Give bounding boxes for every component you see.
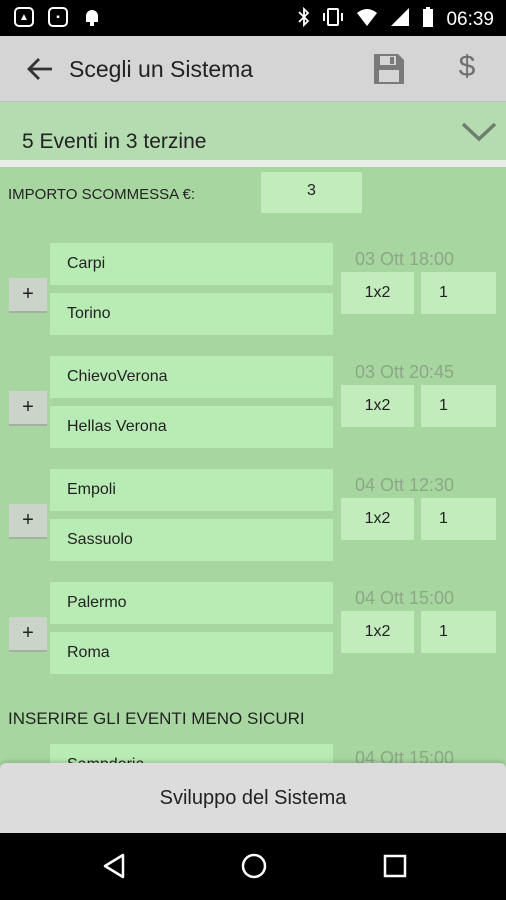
navigation-bar <box>0 833 506 900</box>
clock: 06:39 <box>446 8 494 30</box>
market-field[interactable]: 1x2 <box>341 385 414 427</box>
event-row: Empoli Sassuolo + 04 Ott 12:30 1x2 1 <box>0 469 506 563</box>
back-nav-icon[interactable] <box>99 851 129 881</box>
home-team-field[interactable]: ChievoVerona <box>50 356 333 398</box>
system-selector-label: 5 Eventi in 3 terzine <box>22 130 207 153</box>
home-nav-icon[interactable] <box>239 851 269 881</box>
sim-icon: ▪ <box>48 7 68 27</box>
outcome-field[interactable]: 1 <box>421 272 496 314</box>
event-row: Carpi Torino + 03 Ott 18:00 1x2 1 <box>0 243 506 337</box>
away-team-field[interactable]: Torino <box>50 293 333 335</box>
recents-nav-icon[interactable] <box>380 851 410 881</box>
page-title: Scegli un Sistema <box>69 56 254 82</box>
dollar-icon[interactable]: $ <box>452 50 482 84</box>
less-sure-heading: INSERIRE GLI EVENTI MENO SICURI <box>8 709 305 728</box>
notification-icons: ▲ ▪ <box>14 7 102 27</box>
event-row: Palermo Roma + 04 Ott 15:00 1x2 1 <box>0 582 506 676</box>
save-icon[interactable] <box>372 52 406 86</box>
away-team-field[interactable]: Sassuolo <box>50 519 333 561</box>
event-date: 03 Ott 18:00 <box>355 249 455 269</box>
event-date: 03 Ott 20:45 <box>355 362 455 382</box>
outcome-field[interactable]: 1 <box>421 385 496 427</box>
bluetooth-icon <box>298 6 310 33</box>
launcher-icon: ▲ <box>14 7 34 27</box>
divider <box>0 160 506 167</box>
android-icon <box>82 7 102 27</box>
home-team-field[interactable]: Carpi <box>50 243 333 285</box>
status-bar: ▲ ▪ 06:39 <box>0 0 506 36</box>
home-team-field[interactable]: Empoli <box>50 469 333 511</box>
system-development-button[interactable]: Sviluppo del Sistema <box>0 763 506 833</box>
vibrate-icon <box>322 6 344 33</box>
outcome-field[interactable]: 1 <box>421 611 496 653</box>
chevron-down-icon[interactable] <box>460 120 498 144</box>
bet-amount-label: IMPORTO SCOMMESSA €: <box>8 186 195 203</box>
bet-amount-input[interactable]: 3 <box>261 172 362 213</box>
home-team-field[interactable]: Palermo <box>50 582 333 624</box>
back-arrow-icon[interactable] <box>24 54 56 84</box>
market-field[interactable]: 1x2 <box>341 272 414 314</box>
add-event-button[interactable]: + <box>9 391 47 426</box>
away-team-field[interactable]: Hellas Verona <box>50 406 333 448</box>
wifi-icon <box>356 7 378 32</box>
market-field[interactable]: 1x2 <box>341 498 414 540</box>
add-event-button[interactable]: + <box>9 504 47 539</box>
system-selector[interactable]: 5 Eventi in 3 terzine <box>0 102 506 160</box>
event-date: 04 Ott 15:00 <box>355 588 455 608</box>
app-bar: Scegli un Sistema $ <box>0 36 506 102</box>
add-event-button[interactable]: + <box>9 617 47 652</box>
signal-icon <box>390 7 410 32</box>
event-row: ChievoVerona Hellas Verona + 03 Ott 20:4… <box>0 356 506 450</box>
event-date: 04 Ott 12:30 <box>355 475 455 495</box>
battery-icon <box>422 6 434 33</box>
add-event-button[interactable]: + <box>9 278 47 313</box>
market-field[interactable]: 1x2 <box>341 611 414 653</box>
outcome-field[interactable]: 1 <box>421 498 496 540</box>
away-team-field[interactable]: Roma <box>50 632 333 674</box>
